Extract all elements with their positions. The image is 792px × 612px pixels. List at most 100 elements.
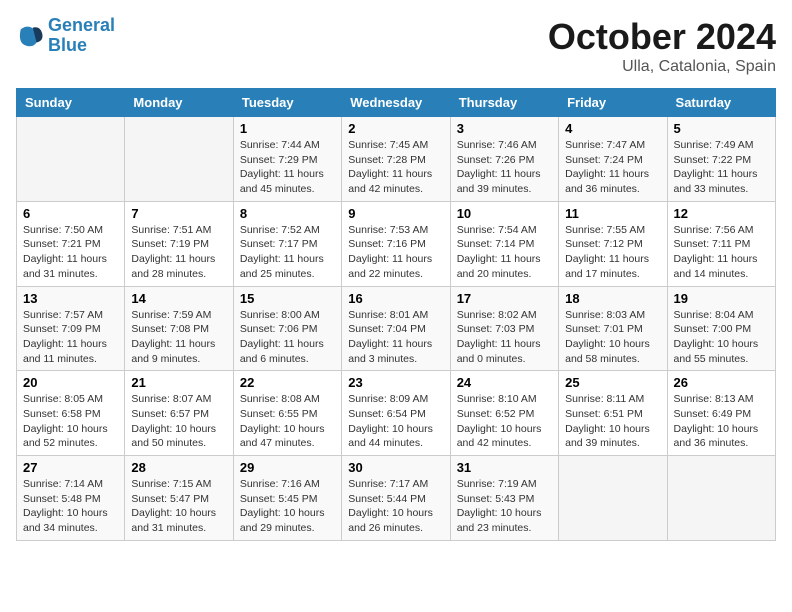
day-cell: 17 Sunrise: 8:02 AM Sunset: 7:03 PM Dayli… bbox=[450, 286, 558, 371]
day-number: 15 bbox=[240, 291, 335, 306]
logo: General Blue bbox=[16, 16, 115, 56]
day-info: Sunrise: 7:45 AM Sunset: 7:28 PM Dayligh… bbox=[348, 138, 443, 197]
day-number: 1 bbox=[240, 121, 335, 136]
day-info: Sunrise: 7:53 AM Sunset: 7:16 PM Dayligh… bbox=[348, 223, 443, 282]
day-number: 10 bbox=[457, 206, 552, 221]
column-header-saturday: Saturday bbox=[667, 89, 775, 117]
day-info: Sunrise: 8:01 AM Sunset: 7:04 PM Dayligh… bbox=[348, 308, 443, 367]
day-info: Sunrise: 7:16 AM Sunset: 5:45 PM Dayligh… bbox=[240, 477, 335, 536]
day-number: 12 bbox=[674, 206, 769, 221]
day-cell: 31Sunrise: 7:19 AM Sunset: 5:43 PM Dayli… bbox=[450, 456, 558, 541]
month-title: October 2024 bbox=[548, 16, 776, 58]
day-number: 5 bbox=[674, 121, 769, 136]
day-cell: 7Sunrise: 7:51 AM Sunset: 7:19 PM Daylig… bbox=[125, 201, 233, 286]
day-number: 20 bbox=[23, 375, 118, 390]
day-number: 3 bbox=[457, 121, 552, 136]
day-cell: 24Sunrise: 8:10 AM Sunset: 6:52 PM Dayli… bbox=[450, 371, 558, 456]
day-cell bbox=[559, 456, 667, 541]
day-number: 30 bbox=[348, 460, 443, 475]
day-cell: 12Sunrise: 7:56 AM Sunset: 7:11 PM Dayli… bbox=[667, 201, 775, 286]
day-info: Sunrise: 7:44 AM Sunset: 7:29 PM Dayligh… bbox=[240, 138, 335, 197]
day-number: 22 bbox=[240, 375, 335, 390]
day-info: Sunrise: 7:14 AM Sunset: 5:48 PM Dayligh… bbox=[23, 477, 118, 536]
day-info: Sunrise: 8:03 AM Sunset: 7:01 PM Dayligh… bbox=[565, 308, 660, 367]
column-header-friday: Friday bbox=[559, 89, 667, 117]
day-info: Sunrise: 7:54 AM Sunset: 7:14 PM Dayligh… bbox=[457, 223, 552, 282]
day-cell: 10 Sunrise: 7:54 AM Sunset: 7:14 PM Dayli… bbox=[450, 201, 558, 286]
day-number: 9 bbox=[348, 206, 443, 221]
day-number: 17 bbox=[457, 291, 552, 306]
day-cell: 26 Sunrise: 8:13 AM Sunset: 6:49 PM Dayli… bbox=[667, 371, 775, 456]
column-header-sunday: Sunday bbox=[17, 89, 125, 117]
day-cell: 4 Sunrise: 7:47 AM Sunset: 7:24 PM Daylig… bbox=[559, 117, 667, 202]
day-cell: 22 Sunrise: 8:08 AM Sunset: 6:55 PM Dayli… bbox=[233, 371, 341, 456]
day-info: Sunrise: 8:13 AM Sunset: 6:49 PM Dayligh… bbox=[674, 392, 769, 451]
day-info: Sunrise: 8:00 AM Sunset: 7:06 PM Dayligh… bbox=[240, 308, 335, 367]
logo-line1: General bbox=[48, 15, 115, 35]
day-number: 21 bbox=[131, 375, 226, 390]
day-number: 14 bbox=[131, 291, 226, 306]
week-row-3: 13 Sunrise: 7:57 AM Sunset: 7:09 PM Dayli… bbox=[17, 286, 776, 371]
day-cell: 28Sunrise: 7:15 AM Sunset: 5:47 PM Dayli… bbox=[125, 456, 233, 541]
day-info: Sunrise: 7:59 AM Sunset: 7:08 PM Dayligh… bbox=[131, 308, 226, 367]
day-number: 27 bbox=[23, 460, 118, 475]
day-number: 11 bbox=[565, 206, 660, 221]
day-info: Sunrise: 8:11 AM Sunset: 6:51 PM Dayligh… bbox=[565, 392, 660, 451]
day-number: 13 bbox=[23, 291, 118, 306]
day-info: Sunrise: 7:15 AM Sunset: 5:47 PM Dayligh… bbox=[131, 477, 226, 536]
day-cell: 14 Sunrise: 7:59 AM Sunset: 7:08 PM Dayli… bbox=[125, 286, 233, 371]
day-cell: 19Sunrise: 8:04 AM Sunset: 7:00 PM Dayli… bbox=[667, 286, 775, 371]
calendar-table: SundayMondayTuesdayWednesdayThursdayFrid… bbox=[16, 88, 776, 541]
day-cell: 3 Sunrise: 7:46 AM Sunset: 7:26 PM Daylig… bbox=[450, 117, 558, 202]
day-number: 26 bbox=[674, 375, 769, 390]
day-number: 25 bbox=[565, 375, 660, 390]
day-cell: 8 Sunrise: 7:52 AM Sunset: 7:17 PM Daylig… bbox=[233, 201, 341, 286]
day-info: Sunrise: 8:04 AM Sunset: 7:00 PM Dayligh… bbox=[674, 308, 769, 367]
column-header-thursday: Thursday bbox=[450, 89, 558, 117]
day-cell: 2Sunrise: 7:45 AM Sunset: 7:28 PM Daylig… bbox=[342, 117, 450, 202]
location-title: Ulla, Catalonia, Spain bbox=[548, 58, 776, 76]
column-header-tuesday: Tuesday bbox=[233, 89, 341, 117]
day-cell bbox=[667, 456, 775, 541]
day-cell: 5Sunrise: 7:49 AM Sunset: 7:22 PM Daylig… bbox=[667, 117, 775, 202]
day-number: 8 bbox=[240, 206, 335, 221]
day-info: Sunrise: 7:55 AM Sunset: 7:12 PM Dayligh… bbox=[565, 223, 660, 282]
day-number: 29 bbox=[240, 460, 335, 475]
day-info: Sunrise: 8:08 AM Sunset: 6:55 PM Dayligh… bbox=[240, 392, 335, 451]
week-row-4: 20 Sunrise: 8:05 AM Sunset: 6:58 PM Dayli… bbox=[17, 371, 776, 456]
day-info: Sunrise: 8:07 AM Sunset: 6:57 PM Dayligh… bbox=[131, 392, 226, 451]
day-info: Sunrise: 7:52 AM Sunset: 7:17 PM Dayligh… bbox=[240, 223, 335, 282]
day-info: Sunrise: 7:47 AM Sunset: 7:24 PM Dayligh… bbox=[565, 138, 660, 197]
column-header-wednesday: Wednesday bbox=[342, 89, 450, 117]
page-header: General Blue October 2024 Ulla, Cataloni… bbox=[16, 16, 776, 76]
week-row-2: 6Sunrise: 7:50 AM Sunset: 7:21 PM Daylig… bbox=[17, 201, 776, 286]
day-info: Sunrise: 8:02 AM Sunset: 7:03 PM Dayligh… bbox=[457, 308, 552, 367]
day-cell: 1 Sunrise: 7:44 AM Sunset: 7:29 PM Daylig… bbox=[233, 117, 341, 202]
day-cell: 18Sunrise: 8:03 AM Sunset: 7:01 PM Dayli… bbox=[559, 286, 667, 371]
column-header-monday: Monday bbox=[125, 89, 233, 117]
day-cell: 30Sunrise: 7:17 AM Sunset: 5:44 PM Dayli… bbox=[342, 456, 450, 541]
day-cell: 29 Sunrise: 7:16 AM Sunset: 5:45 PM Dayli… bbox=[233, 456, 341, 541]
day-number: 16 bbox=[348, 291, 443, 306]
title-section: October 2024 Ulla, Catalonia, Spain bbox=[548, 16, 776, 76]
week-row-1: 1 Sunrise: 7:44 AM Sunset: 7:29 PM Daylig… bbox=[17, 117, 776, 202]
day-cell: 11 Sunrise: 7:55 AM Sunset: 7:12 PM Dayli… bbox=[559, 201, 667, 286]
day-cell: 9 Sunrise: 7:53 AM Sunset: 7:16 PM Daylig… bbox=[342, 201, 450, 286]
day-cell: 6Sunrise: 7:50 AM Sunset: 7:21 PM Daylig… bbox=[17, 201, 125, 286]
day-number: 4 bbox=[565, 121, 660, 136]
day-info: Sunrise: 7:57 AM Sunset: 7:09 PM Dayligh… bbox=[23, 308, 118, 367]
day-cell: 13 Sunrise: 7:57 AM Sunset: 7:09 PM Dayli… bbox=[17, 286, 125, 371]
day-info: Sunrise: 8:10 AM Sunset: 6:52 PM Dayligh… bbox=[457, 392, 552, 451]
day-cell: 15 Sunrise: 8:00 AM Sunset: 7:06 PM Dayli… bbox=[233, 286, 341, 371]
day-cell: 25 Sunrise: 8:11 AM Sunset: 6:51 PM Dayli… bbox=[559, 371, 667, 456]
day-info: Sunrise: 7:46 AM Sunset: 7:26 PM Dayligh… bbox=[457, 138, 552, 197]
day-cell: 16 Sunrise: 8:01 AM Sunset: 7:04 PM Dayli… bbox=[342, 286, 450, 371]
day-info: Sunrise: 8:05 AM Sunset: 6:58 PM Dayligh… bbox=[23, 392, 118, 451]
day-number: 7 bbox=[131, 206, 226, 221]
logo-icon bbox=[16, 22, 44, 50]
day-number: 6 bbox=[23, 206, 118, 221]
week-row-5: 27 Sunrise: 7:14 AM Sunset: 5:48 PM Dayli… bbox=[17, 456, 776, 541]
day-info: Sunrise: 7:19 AM Sunset: 5:43 PM Dayligh… bbox=[457, 477, 552, 536]
day-info: Sunrise: 8:09 AM Sunset: 6:54 PM Dayligh… bbox=[348, 392, 443, 451]
calendar-header-row: SundayMondayTuesdayWednesdayThursdayFrid… bbox=[17, 89, 776, 117]
